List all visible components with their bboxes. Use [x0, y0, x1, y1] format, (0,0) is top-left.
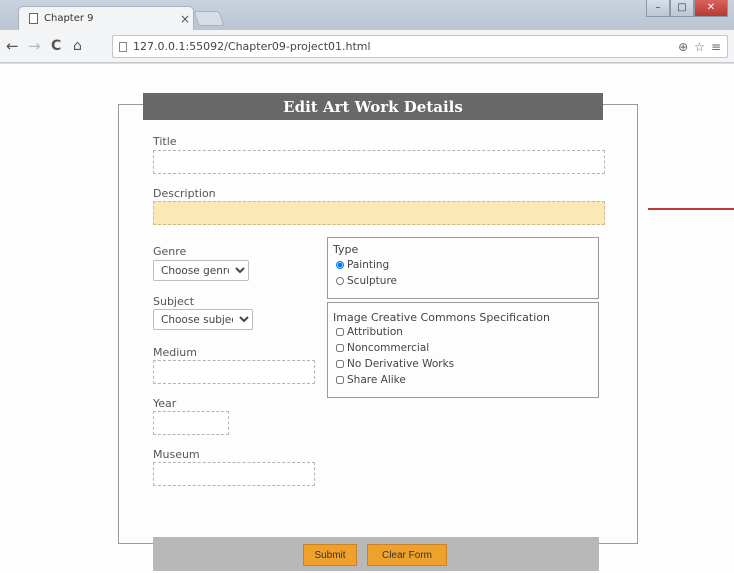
reload-icon[interactable]: C [51, 38, 61, 54]
license-option-attribution[interactable]: Attribution [336, 326, 403, 338]
close-tab-icon[interactable]: × [177, 12, 193, 26]
description-field[interactable] [153, 201, 605, 225]
share-alike-checkbox[interactable] [336, 376, 344, 384]
license-title: Image Creative Commons Specification [333, 311, 550, 324]
license-option-share-alike[interactable]: Share Alike [336, 374, 406, 386]
title-field[interactable] [153, 150, 605, 174]
genre-label: Genre [153, 245, 187, 258]
url-text[interactable]: 127.0.0.1:55092/Chapter09-project01.html [133, 40, 678, 53]
title-label: Title [153, 135, 177, 148]
subject-label: Subject [153, 295, 195, 308]
clear-form-button[interactable]: Clear Form [367, 544, 447, 566]
form-legend: Edit Art Work Details [143, 93, 603, 120]
sculpture-radio[interactable] [336, 277, 344, 285]
medium-field[interactable] [153, 360, 315, 384]
type-fieldset: Type Painting Sculpture [327, 237, 599, 299]
type-title: Type [333, 243, 359, 256]
browser-tab[interactable]: Chapter 9 × [18, 6, 194, 30]
subject-select[interactable]: Choose subject [153, 309, 253, 330]
attribution-checkbox[interactable] [336, 328, 344, 336]
window-controls: – □ ✕ [646, 0, 728, 17]
museum-field[interactable] [153, 462, 315, 486]
description-label: Description [153, 187, 216, 200]
option-label: Painting [347, 259, 390, 271]
menu-icon[interactable]: ≡ [711, 40, 721, 54]
artwork-form: Edit Art Work Details Title Description … [118, 93, 638, 571]
medium-label: Medium [153, 346, 197, 359]
home-icon[interactable]: ⌂ [73, 38, 82, 54]
page-icon [119, 41, 127, 52]
option-label: Sculpture [347, 275, 397, 287]
close-window-button[interactable]: ✕ [694, 0, 728, 17]
option-label: No Derivative Works [347, 358, 455, 370]
type-option-painting[interactable]: Painting [336, 259, 389, 271]
page-content: Edit Art Work Details Title Description … [0, 64, 734, 573]
back-icon[interactable]: ← [6, 37, 19, 55]
decorative-line [648, 208, 734, 210]
browser-titlebar: Chapter 9 × – □ ✕ [0, 0, 734, 30]
option-label: Attribution [347, 326, 403, 338]
maximize-button[interactable]: □ [670, 0, 694, 17]
license-fieldset: Image Creative Commons Specification Att… [327, 302, 599, 398]
year-label: Year [153, 397, 177, 410]
noncommercial-checkbox[interactable] [336, 344, 344, 352]
submit-button[interactable]: Submit [303, 544, 357, 566]
type-option-sculpture[interactable]: Sculpture [336, 275, 397, 287]
genre-select[interactable]: Choose genre [153, 260, 249, 281]
button-bar: Submit Clear Form [153, 537, 599, 571]
option-label: Noncommercial [347, 342, 430, 354]
museum-label: Museum [153, 448, 200, 461]
new-tab-button[interactable] [193, 11, 225, 26]
zoom-icon[interactable]: ⊕ [678, 40, 688, 54]
no-derivative-checkbox[interactable] [336, 360, 344, 368]
minimize-button[interactable]: – [646, 0, 670, 17]
star-icon[interactable]: ☆ [694, 40, 705, 54]
tab-title: Chapter 9 [44, 13, 94, 24]
year-field[interactable] [153, 411, 229, 435]
license-option-no-derivative[interactable]: No Derivative Works [336, 358, 454, 370]
forward-icon[interactable]: → [28, 37, 41, 55]
page-icon [29, 13, 38, 24]
browser-toolbar: ← → C ⌂ 127.0.0.1:55092/Chapter09-projec… [0, 30, 734, 63]
option-label: Share Alike [347, 374, 406, 386]
painting-radio[interactable] [336, 261, 344, 269]
license-option-noncommercial[interactable]: Noncommercial [336, 342, 429, 354]
address-bar[interactable]: 127.0.0.1:55092/Chapter09-project01.html… [112, 35, 728, 58]
